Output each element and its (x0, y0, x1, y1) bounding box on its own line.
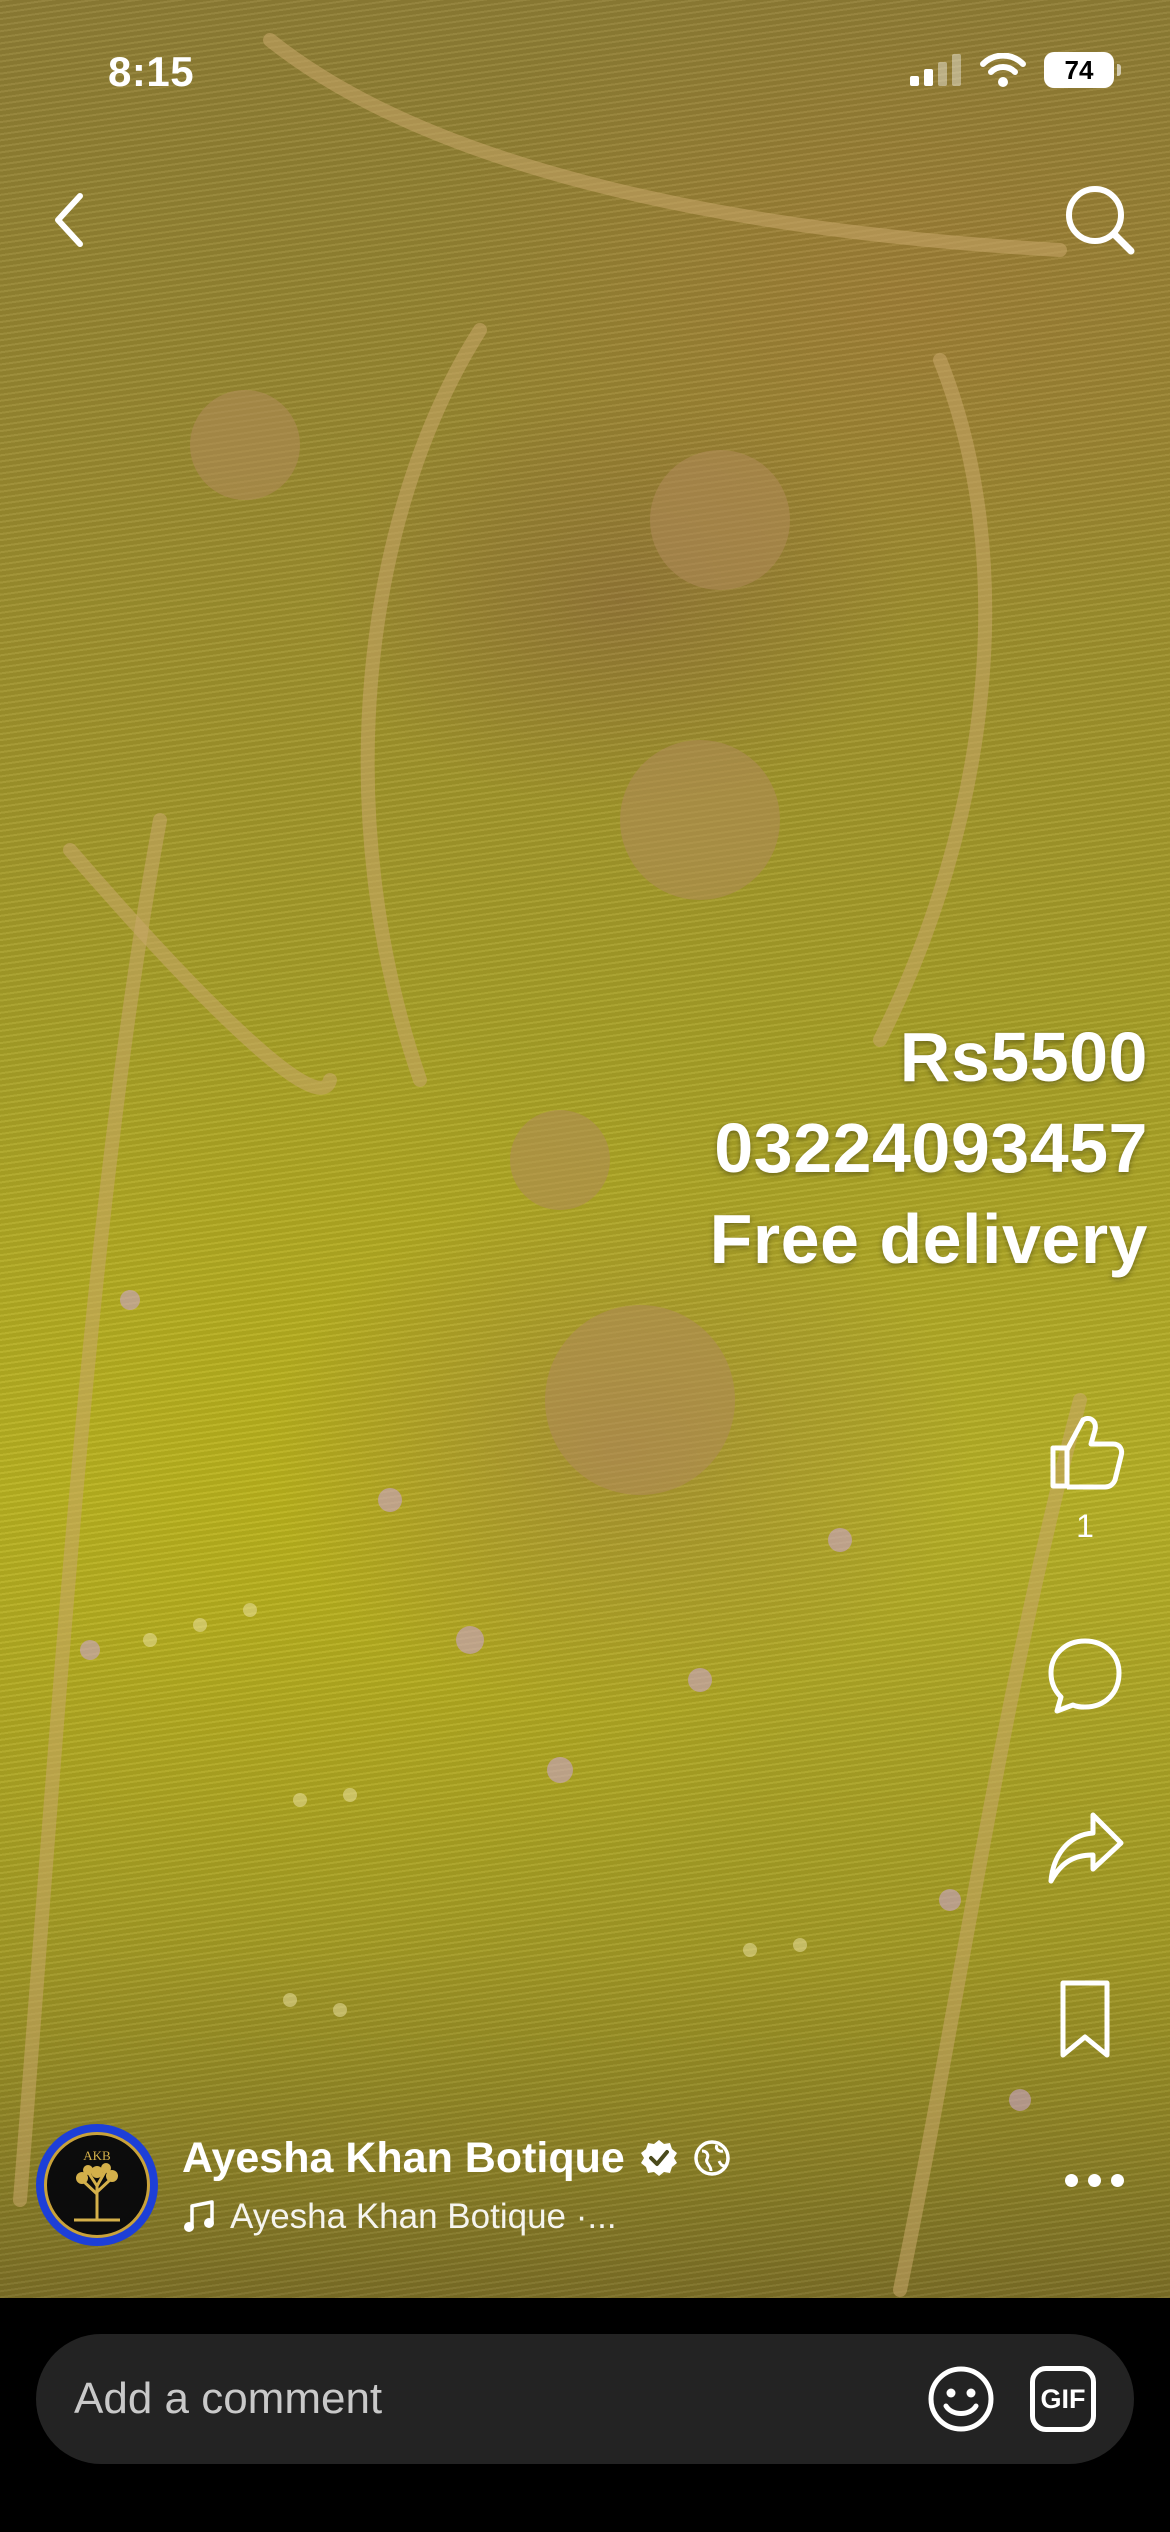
avatar[interactable]: AKB (36, 2124, 158, 2246)
verified-badge-icon (640, 2140, 677, 2176)
comment-button[interactable] (1043, 1633, 1127, 1717)
gif-button[interactable]: GIF (1030, 2366, 1096, 2432)
share-button[interactable] (1043, 1805, 1127, 1889)
avatar-logo: AKB (44, 2132, 150, 2238)
action-rail: 1 (1028, 1410, 1142, 2061)
search-button[interactable] (1060, 180, 1140, 260)
avatar-text: AKB (83, 2148, 111, 2163)
delivery-text: Free delivery (709, 1200, 1148, 1278)
emoji-icon[interactable] (926, 2364, 996, 2434)
price-text: Rs5500 (899, 1018, 1148, 1096)
public-audience-icon (694, 2140, 730, 2176)
back-button[interactable] (28, 180, 108, 260)
audio-label: Ayesha Khan Botique ·... (230, 2196, 617, 2236)
more-options-button[interactable] (1054, 2160, 1134, 2200)
status-icons: 74 (910, 52, 1121, 88)
phone-text: 03224093457 (714, 1109, 1148, 1187)
thumbs-up-icon (1050, 1415, 1125, 1490)
author-name[interactable]: Ayesha Khan Botique (182, 2134, 625, 2183)
share-icon (1048, 1812, 1124, 1884)
chevron-left-icon (55, 193, 83, 247)
save-button[interactable] (1043, 1977, 1127, 2061)
comment-icon (1048, 1638, 1122, 1714)
music-note-icon (184, 2199, 214, 2232)
wifi-icon (980, 53, 1026, 87)
comment-bar: GIF (36, 2334, 1134, 2464)
battery-indicator: 74 (1044, 52, 1121, 88)
bookmark-icon (1060, 1980, 1110, 2058)
more-icon (1064, 2173, 1078, 2187)
comment-input[interactable] (74, 2374, 926, 2424)
bottom-bar: GIF (0, 2298, 1170, 2532)
cellular-signal-icon (910, 54, 961, 86)
video-caption-overlay: Rs5500 03224093457 Free delivery (710, 1012, 1148, 1285)
search-icon (1066, 186, 1135, 255)
tree-logo-icon: AKB (74, 2148, 120, 2222)
audio-attribution[interactable]: Ayesha Khan Botique ·... (182, 2197, 731, 2237)
like-count: 1 (1076, 1508, 1094, 1544)
status-time: 8:15 (108, 48, 195, 95)
like-button[interactable]: 1 (1043, 1410, 1127, 1545)
author-section: AKB Ayesha Khan Botique Ayesha Khan Boti… (36, 2124, 731, 2246)
